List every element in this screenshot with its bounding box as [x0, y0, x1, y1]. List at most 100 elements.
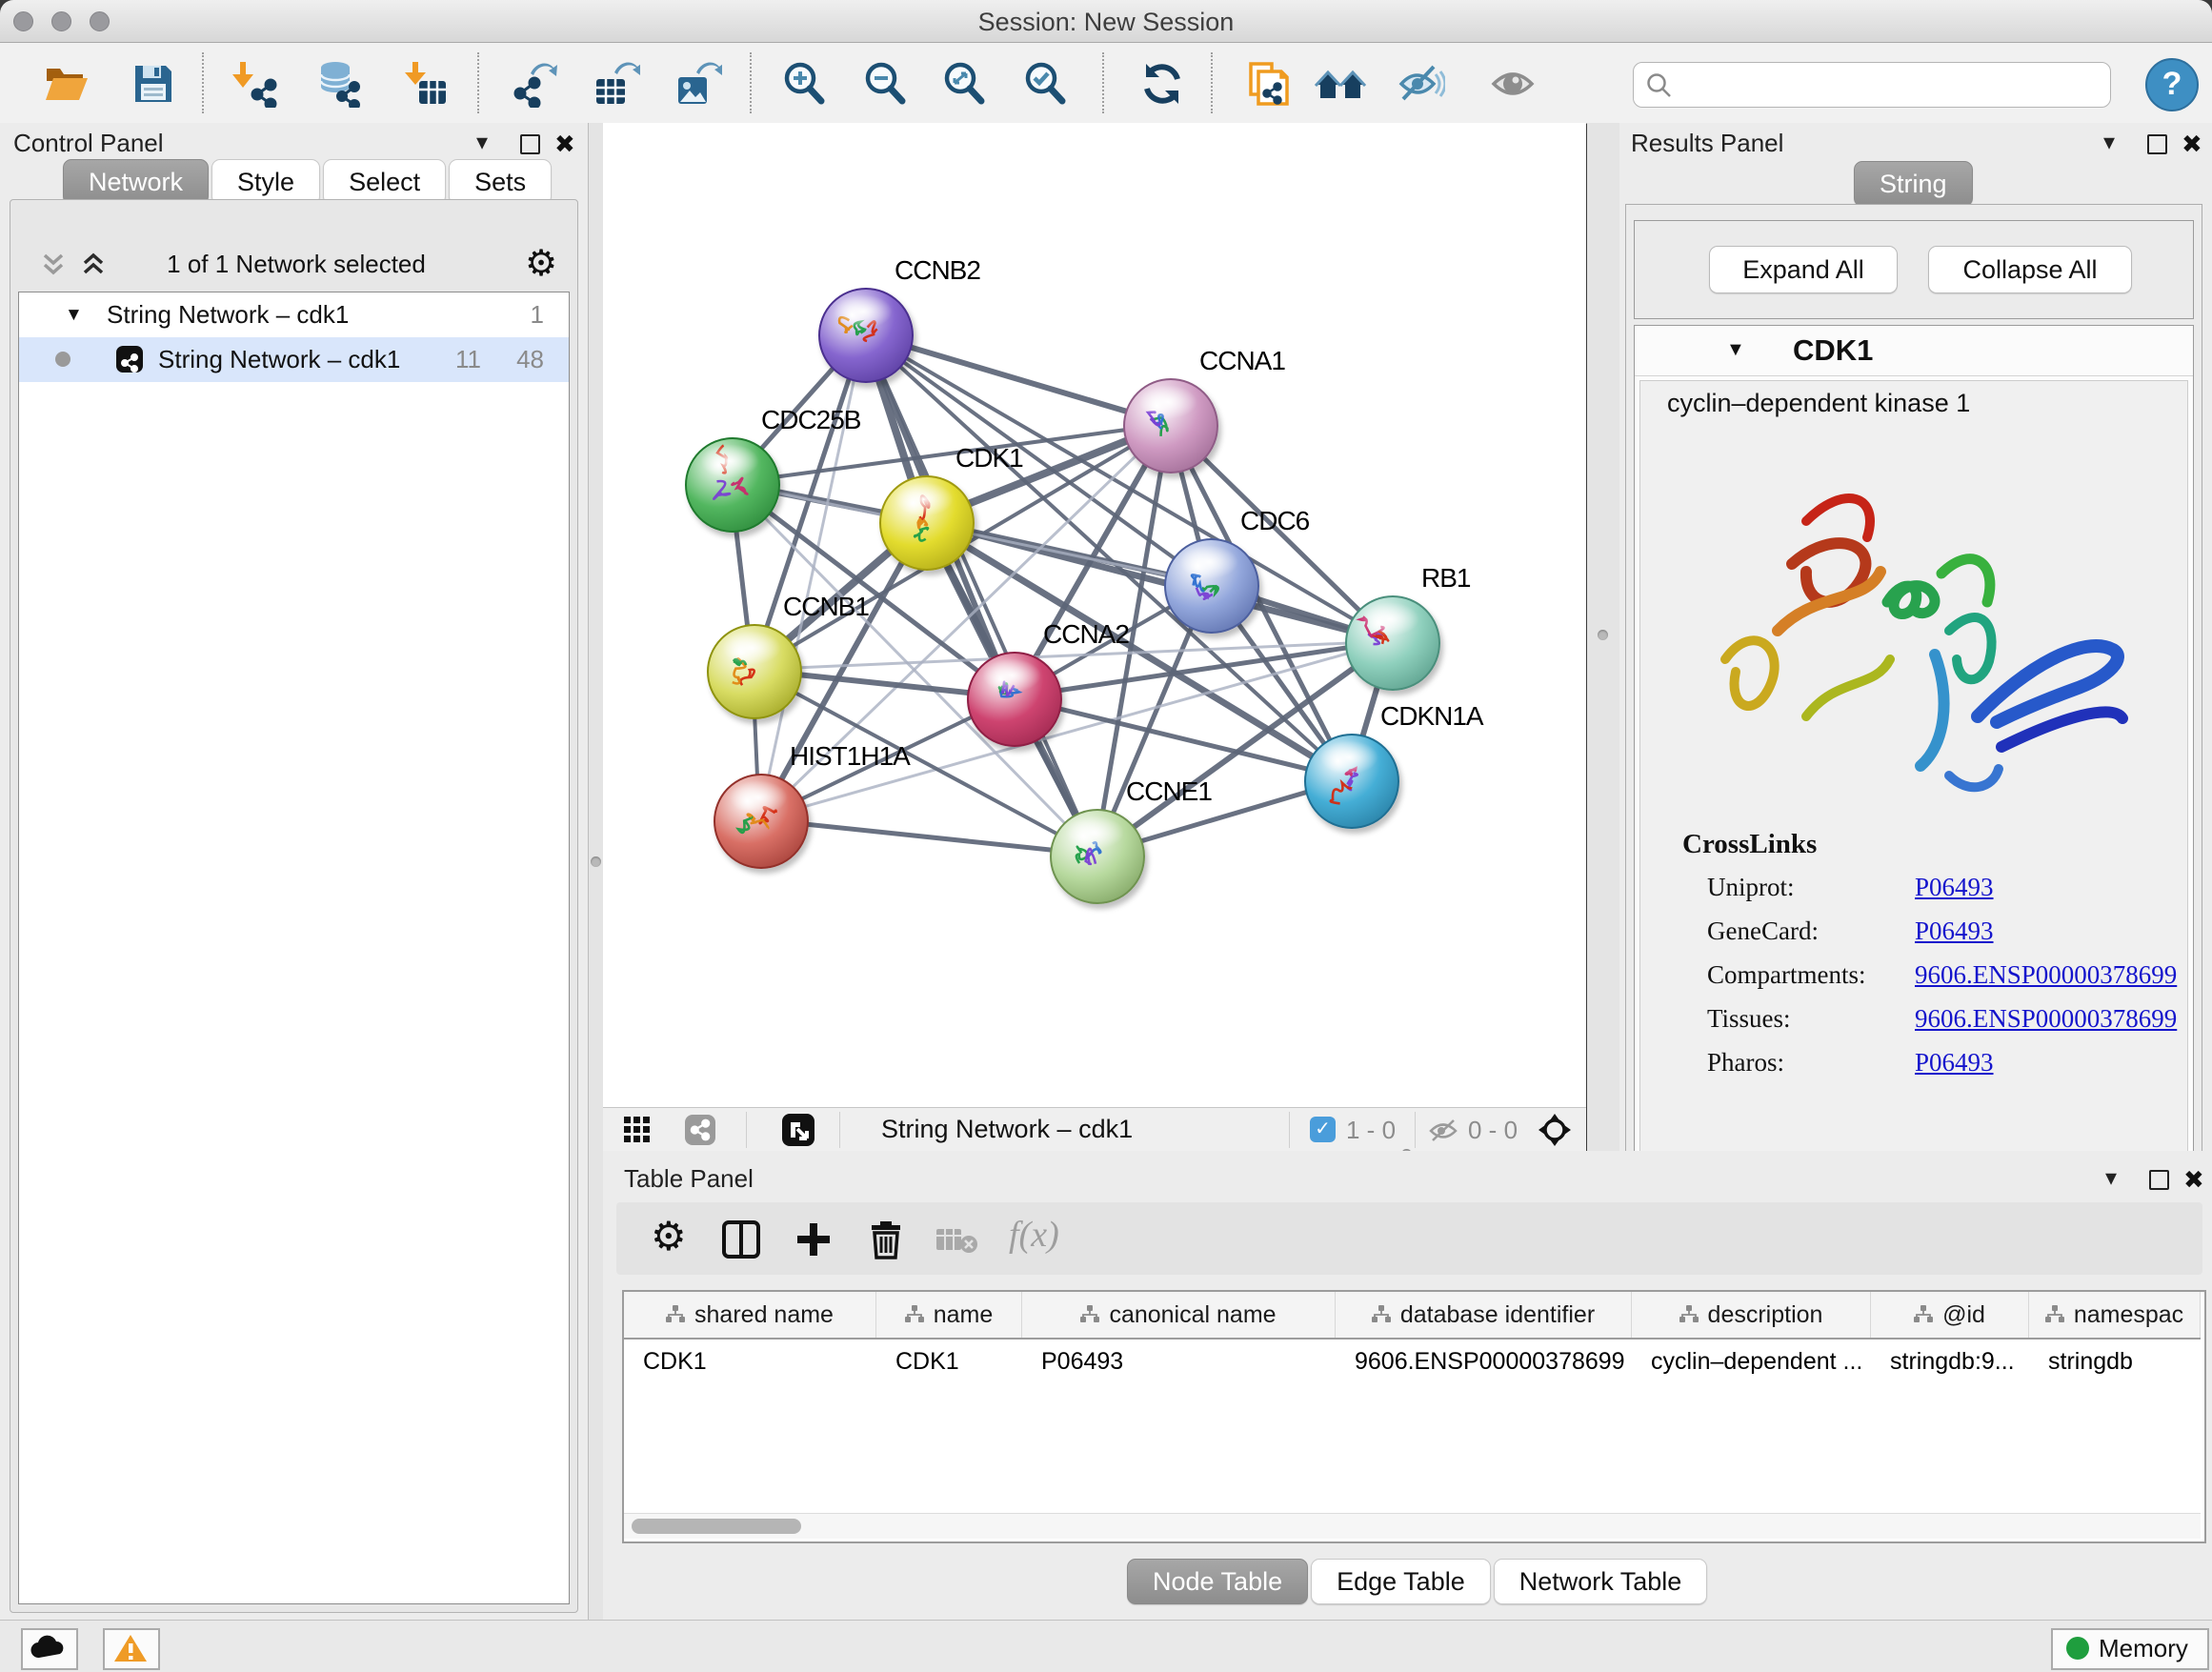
network-node-cdkn1a[interactable]	[1304, 734, 1399, 829]
close-panel-icon[interactable]: ✖	[2183, 1170, 2204, 1189]
network-edge[interactable]	[759, 819, 1096, 855]
export-image-icon[interactable]	[674, 60, 722, 108]
network-node-ccna2[interactable]	[967, 652, 1062, 747]
memory-button[interactable]: Memory	[2051, 1628, 2209, 1670]
table-cell[interactable]: CDK1	[643, 1340, 873, 1383]
crosslink-link[interactable]: P06493	[1915, 873, 1994, 902]
selected-checkbox-icon[interactable]: ✓	[1310, 1117, 1336, 1142]
section-collapse-icon[interactable]: ▼	[1726, 339, 1745, 361]
column-header-4[interactable]: description	[1632, 1292, 1871, 1338]
pan-crosshair-icon[interactable]	[1537, 1112, 1573, 1153]
network-edge[interactable]	[864, 333, 1096, 855]
collapse-all-networks-icon[interactable]	[39, 250, 68, 278]
network-row-selected[interactable]: String Network – cdk1 11 48	[19, 337, 569, 382]
maximize-panel-icon[interactable]	[2147, 134, 2167, 154]
table-cell[interactable]: stringdb:9...	[1890, 1340, 2025, 1383]
export-table-icon[interactable]	[593, 60, 640, 108]
horizontal-scrollbar[interactable]	[624, 1513, 2201, 1539]
tab-style[interactable]: Style	[211, 159, 320, 205]
delete-table-icon[interactable]	[935, 1225, 978, 1260]
network-node-hist1h1a[interactable]	[714, 774, 809, 869]
show-all-icon[interactable]	[1489, 60, 1537, 108]
scrollbar-thumb[interactable]	[632, 1519, 801, 1534]
table-cell[interactable]: cyclin–dependent ...	[1651, 1340, 1867, 1383]
expand-all-button[interactable]: Expand All	[1709, 246, 1898, 293]
column-header-3[interactable]: database identifier	[1336, 1292, 1632, 1338]
zoom-in-icon[interactable]	[781, 60, 829, 108]
network-app-badge-icon[interactable]	[685, 1115, 715, 1145]
maximize-panel-icon[interactable]	[2149, 1170, 2169, 1190]
maximize-panel-icon[interactable]	[520, 134, 540, 154]
close-panel-icon[interactable]: ✖	[554, 134, 575, 153]
export-network-icon[interactable]	[511, 60, 558, 108]
crosslink-link[interactable]: 9606.ENSP00000378699	[1915, 960, 2177, 990]
vertical-splitter[interactable]	[1587, 123, 1619, 1151]
network-node-cdc6[interactable]	[1164, 538, 1259, 634]
hide-selected-icon[interactable]	[1398, 60, 1445, 108]
tab-edge-table[interactable]: Edge Table	[1311, 1559, 1491, 1604]
import-network-database-icon[interactable]	[314, 60, 362, 108]
column-header-2[interactable]: canonical name	[1022, 1292, 1336, 1338]
tree-expand-icon[interactable]: ▼	[65, 292, 83, 337]
table-cell[interactable]: stringdb	[2048, 1340, 2197, 1383]
network-canvas[interactable]: CCNB2CCNA1CDC25BCDK1CDC6RB1CCNB1CCNA2CDK…	[603, 123, 1586, 1107]
search-input[interactable]	[1683, 67, 2097, 101]
close-panel-icon[interactable]: ✖	[2182, 134, 2202, 153]
float-panel-icon[interactable]: ▾	[2103, 129, 2115, 156]
float-panel-icon[interactable]: ▾	[2105, 1164, 2117, 1192]
tab-string-results[interactable]: String	[1854, 161, 1973, 207]
copy-network-icon[interactable]	[1243, 60, 1291, 108]
vertical-splitter[interactable]	[589, 123, 603, 1620]
netbar-separator	[839, 1112, 840, 1148]
network-node-cdk1[interactable]	[879, 475, 975, 571]
tab-node-table[interactable]: Node Table	[1127, 1559, 1308, 1604]
zoom-selected-icon[interactable]	[1022, 60, 1070, 108]
network-collection-row[interactable]: ▼ String Network – cdk1 1	[19, 292, 569, 337]
birdseye-view-icon[interactable]	[782, 1114, 814, 1146]
collapse-all-button[interactable]: Collapse All	[1928, 246, 2132, 293]
search-field[interactable]	[1633, 62, 2111, 108]
zoom-fit-icon[interactable]	[941, 60, 989, 108]
crosslink-link[interactable]: P06493	[1915, 917, 1994, 946]
table-options-gear-icon[interactable]: ⚙	[651, 1216, 687, 1258]
table-cell[interactable]: CDK1	[895, 1340, 1018, 1383]
hidden-eye-slash-icon[interactable]	[1428, 1118, 1458, 1149]
crosslink-link[interactable]: P06493	[1915, 1048, 1994, 1078]
delete-column-icon[interactable]	[866, 1218, 906, 1264]
network-node-ccna1[interactable]	[1123, 378, 1218, 473]
refresh-view-icon[interactable]	[1138, 60, 1186, 108]
show-columns-icon[interactable]	[721, 1219, 761, 1264]
window-titlebar: Session: New Session	[0, 0, 2212, 43]
column-header-0[interactable]: shared name	[624, 1292, 876, 1338]
import-table-file-icon[interactable]	[402, 60, 450, 108]
add-column-icon[interactable]	[794, 1219, 834, 1264]
network-node-rb1[interactable]	[1345, 595, 1440, 691]
table-cell[interactable]: 9606.ENSP00000378699	[1355, 1340, 1628, 1383]
float-panel-icon[interactable]: ▾	[476, 129, 488, 156]
import-network-file-icon[interactable]	[232, 60, 280, 108]
warnings-button[interactable]	[103, 1628, 160, 1670]
save-session-icon[interactable]	[130, 60, 177, 108]
network-node-ccnb2[interactable]	[818, 288, 914, 383]
tab-network-table[interactable]: Network Table	[1494, 1559, 1708, 1604]
column-header-5[interactable]: @id	[1871, 1292, 2029, 1338]
network-node-cdc25b[interactable]	[685, 437, 780, 533]
crosslink-link[interactable]: 9606.ENSP00000378699	[1915, 1004, 2177, 1034]
column-header-1[interactable]: name	[876, 1292, 1022, 1338]
network-node-ccnb1[interactable]	[707, 624, 802, 719]
cloud-button[interactable]	[21, 1628, 78, 1670]
tab-select[interactable]: Select	[323, 159, 446, 205]
expand-all-networks-icon[interactable]	[79, 250, 108, 278]
tab-network[interactable]: Network	[63, 159, 209, 205]
network-node-ccne1[interactable]	[1050, 809, 1145, 904]
first-neighbors-icon[interactable]	[1315, 60, 1362, 108]
open-session-icon[interactable]	[42, 60, 90, 108]
grid-view-icon[interactable]	[624, 1117, 651, 1148]
function-builder-icon[interactable]: f(x)	[1009, 1214, 1059, 1256]
help-button[interactable]: ?	[2145, 58, 2199, 111]
column-header-6[interactable]: namespac	[2029, 1292, 2201, 1338]
network-options-gear-icon[interactable]: ⚙	[525, 242, 557, 285]
table-cell[interactable]: P06493	[1041, 1340, 1332, 1383]
zoom-out-icon[interactable]	[862, 60, 910, 108]
tab-sets[interactable]: Sets	[449, 159, 552, 205]
